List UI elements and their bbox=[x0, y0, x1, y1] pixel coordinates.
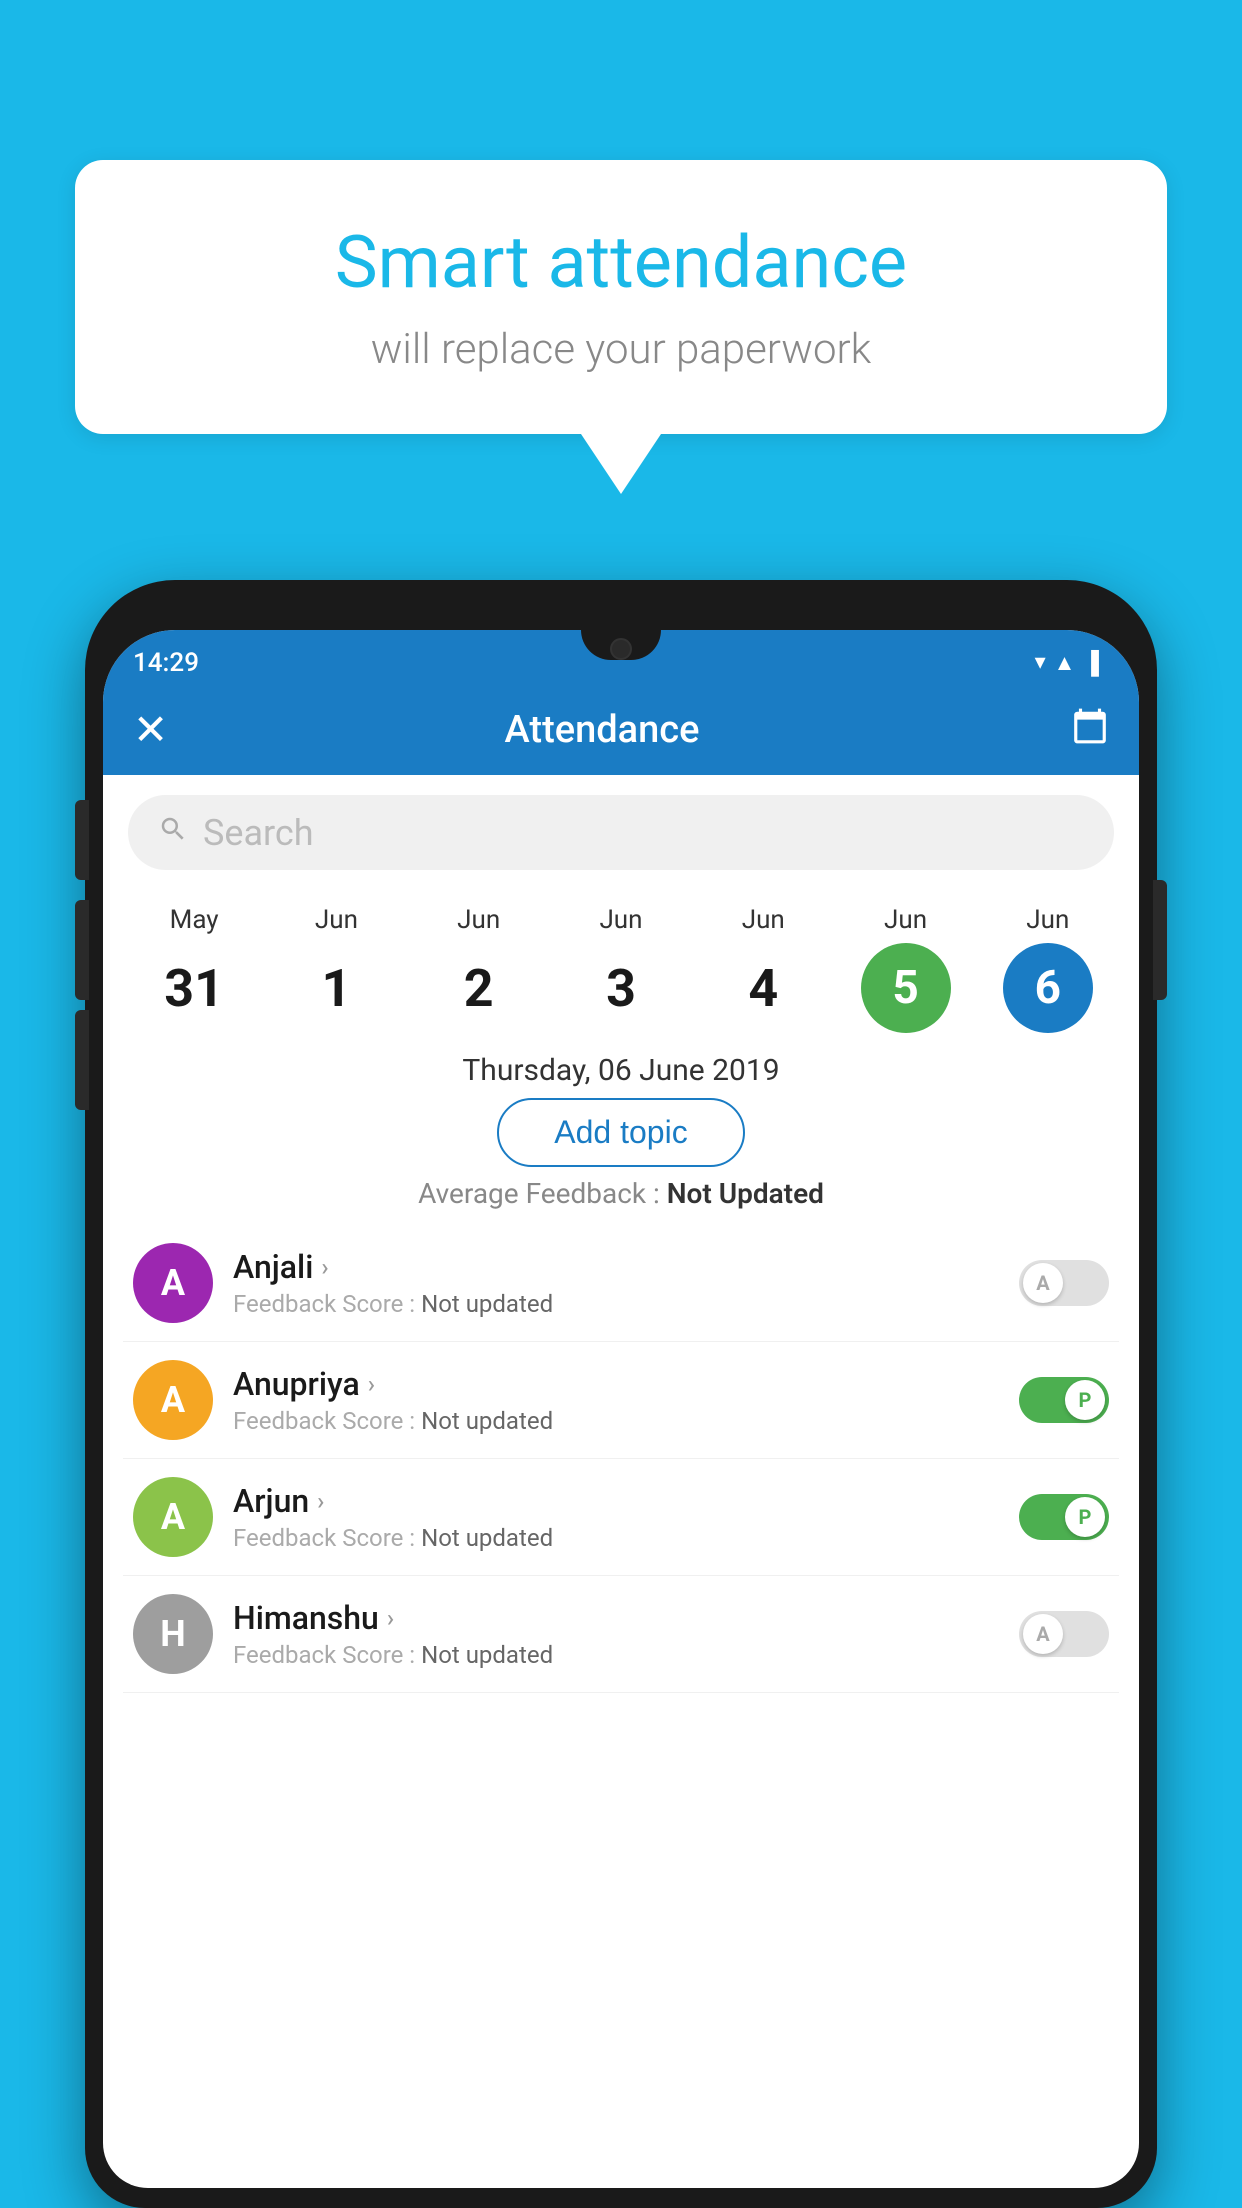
power-button bbox=[1153, 880, 1167, 1000]
calendar-day-item[interactable]: Jun 1 bbox=[281, 905, 391, 1033]
toggle-knob: A bbox=[1023, 1614, 1063, 1654]
student-name: Himanshu › bbox=[233, 1599, 1019, 1637]
phone-screen: 14:29 ▾ ▲ ▐ ✕ Attendance S bbox=[103, 630, 1139, 2188]
signal-icon: ▲ bbox=[1054, 650, 1076, 676]
list-item[interactable]: AAnjali ›Feedback Score : Not updatedA bbox=[123, 1225, 1119, 1342]
cal-month-label: May bbox=[170, 905, 219, 935]
student-feedback: Feedback Score : Not updated bbox=[233, 1524, 1019, 1552]
search-bar[interactable]: Search bbox=[128, 795, 1114, 870]
wifi-icon: ▾ bbox=[1035, 650, 1046, 675]
student-info: Arjun › Feedback Score : Not updated bbox=[233, 1482, 1019, 1552]
chevron-right-icon: › bbox=[387, 1604, 394, 1632]
toggle-knob: P bbox=[1065, 1497, 1105, 1537]
avatar: H bbox=[133, 1594, 213, 1674]
attendance-toggle[interactable]: P bbox=[1019, 1377, 1109, 1423]
attendance-toggle[interactable]: A bbox=[1019, 1260, 1109, 1306]
avg-feedback-label: Average Feedback : bbox=[418, 1177, 667, 1210]
chevron-right-icon: › bbox=[317, 1487, 324, 1515]
cal-month-label: Jun bbox=[742, 905, 785, 935]
student-list: AAnjali ›Feedback Score : Not updatedAAA… bbox=[103, 1225, 1139, 1693]
status-time: 14:29 bbox=[133, 648, 199, 678]
feedback-value: Not updated bbox=[421, 1407, 553, 1435]
cal-month-label: Jun bbox=[457, 905, 500, 935]
attendance-toggle[interactable]: A bbox=[1019, 1611, 1109, 1657]
list-item[interactable]: H Himanshu › Feedback Score : Not updatedA bbox=[123, 1576, 1119, 1693]
calendar-day-item[interactable]: May 31 bbox=[139, 905, 249, 1033]
cal-day-number: 4 bbox=[718, 943, 808, 1033]
feedback-value: Not updated bbox=[421, 1641, 553, 1669]
avg-feedback-value: Not Updated bbox=[667, 1177, 824, 1210]
cal-month-label: Jun bbox=[599, 905, 642, 935]
cal-day-number: 3 bbox=[576, 943, 666, 1033]
toggle-knob: A bbox=[1023, 1263, 1063, 1303]
bubble-subtitle: will replace your paperwork bbox=[155, 325, 1087, 374]
selected-date: Thursday, 06 June 2019 bbox=[103, 1053, 1139, 1088]
close-button[interactable]: ✕ bbox=[133, 705, 193, 755]
cal-day-number: 2 bbox=[434, 943, 524, 1033]
chevron-right-icon: › bbox=[368, 1370, 375, 1398]
speech-bubble-container: Smart attendance will replace your paper… bbox=[75, 160, 1167, 494]
cal-month-label: Jun bbox=[1026, 905, 1069, 935]
cal-month-label: Jun bbox=[315, 905, 358, 935]
avatar: A bbox=[133, 1243, 213, 1323]
camera-button bbox=[75, 1010, 89, 1110]
volume-up-button bbox=[75, 800, 89, 880]
calendar-day-item[interactable]: Jun 6 bbox=[993, 905, 1103, 1033]
chevron-right-icon: › bbox=[321, 1253, 328, 1281]
search-icon bbox=[158, 814, 188, 852]
cal-day-number: 5 bbox=[861, 943, 951, 1033]
phone-camera bbox=[610, 638, 632, 660]
bubble-arrow bbox=[581, 434, 661, 494]
speech-bubble: Smart attendance will replace your paper… bbox=[75, 160, 1167, 434]
student-name: Arjun › bbox=[233, 1482, 1019, 1520]
status-icons: ▾ ▲ ▐ bbox=[1035, 650, 1099, 676]
list-item[interactable]: A Anupriya › Feedback Score : Not updated P bbox=[123, 1342, 1119, 1459]
calendar-button[interactable] bbox=[1071, 707, 1109, 754]
feedback-value: Not updated bbox=[421, 1524, 553, 1552]
toggle-knob: P bbox=[1065, 1380, 1105, 1420]
volume-down-button bbox=[75, 900, 89, 1000]
calendar-day-item[interactable]: Jun 3 bbox=[566, 905, 676, 1033]
attendance-toggle[interactable]: P bbox=[1019, 1494, 1109, 1540]
app-bar: ✕ Attendance bbox=[103, 685, 1139, 775]
search-placeholder: Search bbox=[203, 812, 314, 854]
student-feedback: Feedback Score : Not updated bbox=[233, 1641, 1019, 1669]
student-feedback: Feedback Score : Not updated bbox=[233, 1290, 1019, 1318]
feedback-value: Not updated bbox=[421, 1290, 553, 1318]
student-info: Himanshu › Feedback Score : Not updated bbox=[233, 1599, 1019, 1669]
student-name: Anjali › bbox=[233, 1248, 1019, 1286]
phone-frame: 14:29 ▾ ▲ ▐ ✕ Attendance S bbox=[85, 580, 1157, 2208]
student-info: Anupriya › Feedback Score : Not updated bbox=[233, 1365, 1019, 1435]
cal-day-number: 6 bbox=[1003, 943, 1093, 1033]
avatar: A bbox=[133, 1477, 213, 1557]
calendar-day-item[interactable]: Jun 2 bbox=[424, 905, 534, 1033]
cal-day-number: 31 bbox=[149, 943, 239, 1033]
avatar: A bbox=[133, 1360, 213, 1440]
app-title: Attendance bbox=[193, 708, 1011, 752]
cal-day-number: 1 bbox=[291, 943, 381, 1033]
student-info: Anjali › Feedback Score : Not updated bbox=[233, 1248, 1019, 1318]
add-topic-button[interactable]: Add topic bbox=[497, 1098, 744, 1167]
average-feedback: Average Feedback : Not Updated bbox=[103, 1177, 1139, 1210]
calendar-row: May 31 Jun 1 Jun 2 Jun 3 Jun 4 Jun 5 Jun 6 bbox=[103, 890, 1139, 1038]
calendar-day-item[interactable]: Jun 5 bbox=[851, 905, 961, 1033]
list-item[interactable]: A Arjun › Feedback Score : Not updated P bbox=[123, 1459, 1119, 1576]
calendar-day-item[interactable]: Jun 4 bbox=[708, 905, 818, 1033]
student-feedback: Feedback Score : Not updated bbox=[233, 1407, 1019, 1435]
bubble-title: Smart attendance bbox=[155, 220, 1087, 305]
cal-month-label: Jun bbox=[884, 905, 927, 935]
student-name: Anupriya › bbox=[233, 1365, 1019, 1403]
battery-icon: ▐ bbox=[1083, 650, 1099, 676]
